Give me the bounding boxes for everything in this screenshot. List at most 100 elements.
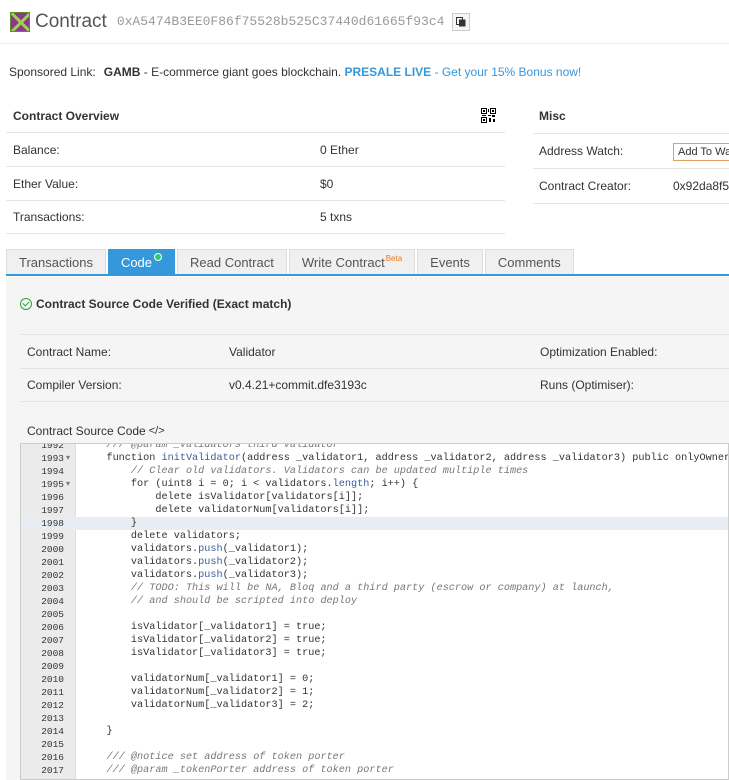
line-number: 2008 [41,648,64,659]
bonus-link[interactable]: - Get your 15% Bonus now! [431,65,582,79]
code-text: delete validatorNum[validators[i]]; [82,505,370,516]
tab-events[interactable]: Events [417,249,483,274]
balance-label: Balance: [13,142,60,157]
code-line: 2007 isValidator[_validator2] = true; [21,634,728,647]
code-line: 2013 [21,712,728,725]
fold-arrow-icon[interactable]: ▾ [66,478,70,491]
misc-title: Misc [539,109,566,123]
line-number: 2001 [41,557,64,568]
contract-name-row: Contract Name: Validator [20,334,533,368]
line-number: 2004 [41,596,64,607]
ether-value-label: Ether Value: [13,176,79,191]
transactions-label: Transactions: [13,210,85,224]
code-line: 1996 delete isValidator[validators[i]]; [21,491,728,504]
transactions-row: Transactions: 5 txns [6,200,505,234]
code-text: validatorNum[_validator2] = 1; [82,687,315,698]
optimization-label: Optimization Enabled: [540,344,658,359]
line-number: 1997 [41,505,64,516]
compiler-version-row: Compiler Version: v0.4.21+commit.dfe3193… [20,368,533,402]
sponsor-brand-link[interactable]: GAMB [104,65,141,79]
code-text: validators.push(_validator3); [82,570,309,581]
code-line: 1999 delete validators; [21,530,728,543]
line-number: 1995 [41,479,64,490]
balance-value: 0 Ether [320,142,359,157]
tab-transactions-label: Transactions [19,254,93,270]
source-code-title: Contract Source Code </> [27,424,165,438]
transactions-count-link[interactable]: 5 txns [320,210,352,224]
code-line: 1998 } [21,517,728,530]
code-text: validators.push(_validator1); [82,544,309,555]
code-line: 2015 [21,738,728,751]
tab-read-contract-label: Read Contract [190,254,274,270]
contract-creator-label: Contract Creator: [539,179,632,193]
sponsored-link: Sponsored Link: GAMB - E-commerce giant g… [9,65,581,79]
code-line: 2005 [21,608,728,621]
contract-creator-row: Contract Creator: 0x92da8f5 [533,168,729,204]
contract-address: 0xA5474B3EE0F86f75528b525C37440d61665f93… [116,14,445,29]
line-number: 2012 [41,700,64,711]
line-number: 2011 [41,687,64,698]
tab-read-contract[interactable]: Read Contract [177,249,287,274]
tab-code-label: Code [120,254,153,270]
contract-creator-link[interactable]: 0x92da8f5 [673,179,729,193]
code-line: 2000 validators.push(_validator1); [21,543,728,556]
code-line: 2001 validators.push(_validator2); [21,556,728,569]
code-line: 1992 /// @param _validators third valida… [21,443,728,452]
line-number: 2003 [41,583,64,594]
source-code-editor[interactable]: 1992 /// @param _validators third valida… [20,443,729,780]
line-number: 1999 [41,531,64,542]
compiler-version-label: Compiler Version: [27,378,122,392]
code-line: 1994 // Clear old validators. Validators… [21,465,728,478]
line-number: 1996 [41,492,64,503]
code-line: 1997 delete validatorNum[validators[i]]; [21,504,728,517]
line-number: 2007 [41,635,64,646]
optimization-row: Optimization Enabled: [533,334,729,368]
code-text: } [82,518,138,529]
tab-transactions[interactable]: Transactions [6,249,106,274]
tab-code[interactable]: Code [107,249,176,274]
line-number: 2009 [41,661,64,672]
fold-arrow-icon[interactable]: ▾ [66,452,70,465]
page-title: Contract [35,10,107,32]
line-number: 2017 [41,765,64,776]
tab-write-contract[interactable]: Write Contract Beta [288,249,416,274]
copy-address-button[interactable] [452,12,471,31]
code-text: /// @notice set address of token porter [106,752,345,763]
code-tab-panel: Contract Source Code Verified (Exact mat… [6,277,729,780]
presale-link[interactable]: PRESALE LIVE [345,65,432,79]
runs-row: Runs (Optimiser): [533,368,729,402]
add-to-watch-button[interactable]: Add To Watch [673,143,729,161]
line-number: 1998 [41,518,64,529]
code-line: 2014 } [21,725,728,738]
code-line: 2004 // and should be scripted into depl… [21,595,728,608]
contract-overview-title: Contract Overview [13,109,120,123]
contract-tabs: Transactions Code Read Contract Write Co… [6,249,729,276]
contract-name-label: Contract Name: [27,344,112,359]
code-line: 2012 validatorNum[_validator3] = 2; [21,699,728,712]
code-text: isValidator[_validator1] = true; [82,622,327,633]
code-text: validatorNum[_validator3] = 2; [82,700,315,711]
line-number: 2006 [41,622,64,633]
page-header: Contract 0xA5474B3EE0F86f75528b525C37440… [0,0,729,44]
verified-badge-icon [154,253,163,261]
code-text: delete validators; [82,531,241,542]
sponsor-text: - E-commerce giant goes blockchain. [140,65,345,79]
line-number: 2013 [41,713,64,724]
code-text: // TODO: This will be NA, Bloq and a thi… [130,583,614,594]
runs-label: Runs (Optimiser): [540,378,635,392]
code-line: 2009 [21,660,728,673]
code-line: 2017 /// @param _tokenPorter address of … [21,764,728,777]
balance-row: Balance: 0 Ether [6,132,505,166]
code-line: 2010 validatorNum[_validator1] = 0; [21,673,728,686]
verified-heading: Contract Source Code Verified (Exact mat… [20,297,291,311]
code-line: 2011 validatorNum[_validator2] = 1; [21,686,728,699]
code-text: /// @param _validators third validator [106,443,339,451]
address-watch-label: Address Watch: [539,144,624,158]
code-text: } [82,726,113,737]
qr-code-icon[interactable] [481,108,496,123]
code-text: // Clear old validators. Validators can … [130,466,529,477]
code-text: /// @param _tokenPorter address of token… [106,765,394,776]
tab-comments-label: Comments [497,254,561,270]
tab-comments[interactable]: Comments [484,249,574,274]
code-line: 1993 ▾ function initValidator(address _va… [21,452,728,465]
